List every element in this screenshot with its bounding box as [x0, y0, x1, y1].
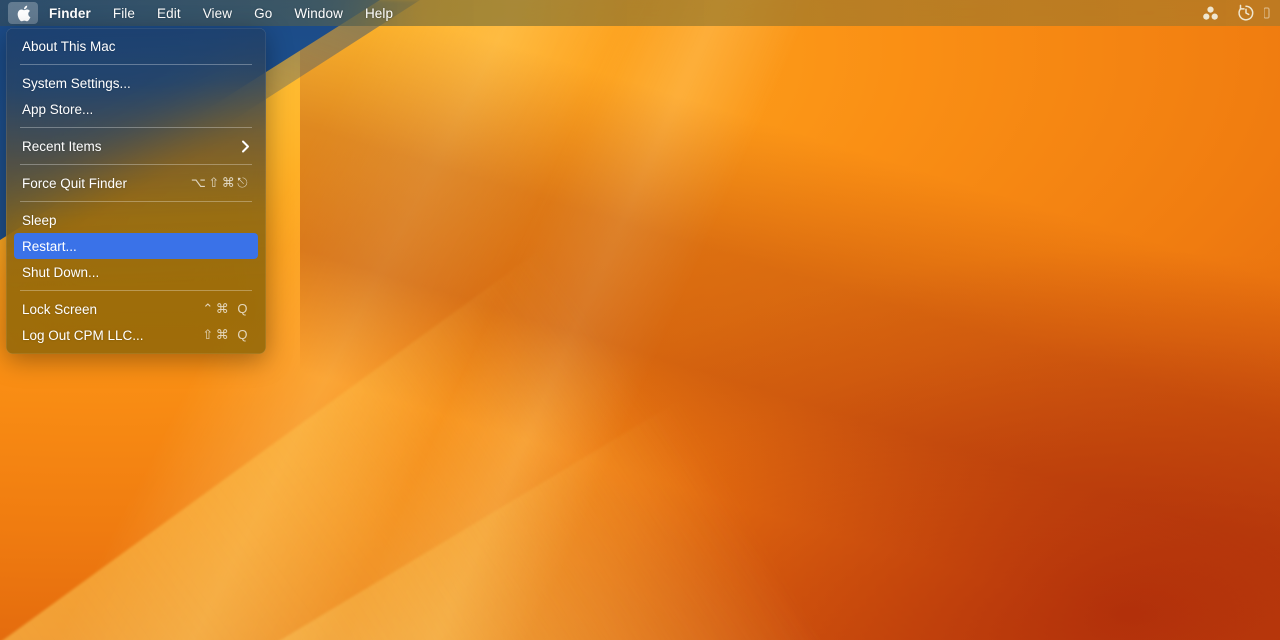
menu-bar-item-window[interactable]: Window: [283, 3, 354, 23]
menu-item-shut-down[interactable]: Shut Down...: [14, 259, 258, 285]
menu-item-shortcut: ⇧⌘ Q: [202, 327, 250, 342]
status-item-shortcuts[interactable]: [1193, 2, 1228, 24]
menu-item-label: App Store...: [22, 101, 94, 117]
menu-separator: [20, 64, 252, 65]
menu-separator: [20, 164, 252, 165]
menu-bar-item-label: Window: [294, 5, 343, 21]
menu-item-label: About This Mac: [22, 38, 116, 54]
menu-item-label: Shut Down...: [22, 264, 100, 280]
shortcuts-icon: [1202, 5, 1219, 22]
menu-bar-item-label: Go: [254, 5, 273, 21]
menu-bar-left: Finder File Edit View Go Window Help: [0, 0, 404, 26]
menu-bar-item-label: Edit: [157, 5, 181, 21]
apple-logo-icon: [16, 5, 31, 22]
menu-item-restart[interactable]: Restart...: [14, 233, 258, 259]
menu-item-about-this-mac[interactable]: About This Mac: [14, 33, 258, 59]
menu-item-label: Lock Screen: [22, 301, 98, 317]
menu-item-label: Sleep: [22, 212, 57, 228]
menu-item-label: Force Quit Finder: [22, 175, 128, 191]
menu-bar-item-label: File: [112, 5, 136, 21]
menu-item-label: Restart...: [22, 238, 77, 254]
menu-bar-item-go[interactable]: Go: [243, 3, 283, 23]
menu-bar-item-finder[interactable]: Finder: [38, 3, 102, 23]
menu-item-recent-items[interactable]: Recent Items: [14, 133, 258, 159]
menu-bar-item-help[interactable]: Help: [354, 3, 404, 23]
menu-bar-item-label: View: [202, 5, 233, 21]
menu-bar-item-label: Finder: [49, 5, 91, 21]
menu-bar: Finder File Edit View Go Window Help: [0, 0, 1280, 26]
menu-item-label: Log Out CPM LLC...: [22, 327, 144, 343]
menu-item-sleep[interactable]: Sleep: [14, 207, 258, 233]
apple-dropdown-menu: About This Mac System Settings... App St…: [6, 28, 266, 354]
menu-item-shortcut: ⌥⇧⌘⎋: [190, 175, 250, 190]
menu-item-app-store[interactable]: App Store...: [14, 96, 258, 122]
status-item-time-machine[interactable]: [1228, 2, 1264, 24]
menu-item-shortcut: ⌃⌘ Q: [202, 301, 250, 316]
menu-item-label: Recent Items: [22, 138, 102, 154]
menu-bar-item-label: Help: [364, 5, 394, 21]
menu-item-log-out[interactable]: Log Out CPM LLC... ⇧⌘ Q: [14, 322, 258, 348]
menu-bar-status-area: [1193, 0, 1280, 26]
status-item-partial-edge[interactable]: [1264, 2, 1276, 24]
menu-separator: [20, 290, 252, 291]
menu-item-system-settings[interactable]: System Settings...: [14, 70, 258, 96]
menu-separator: [20, 201, 252, 202]
time-machine-icon: [1237, 4, 1255, 22]
desktop-screen: Finder File Edit View Go Window Help Abo…: [0, 0, 1280, 640]
menu-separator: [20, 127, 252, 128]
menu-bar-item-view[interactable]: View: [192, 3, 243, 23]
menu-item-lock-screen[interactable]: Lock Screen ⌃⌘ Q: [14, 296, 258, 322]
menu-item-force-quit-finder[interactable]: Force Quit Finder ⌥⇧⌘⎋: [14, 170, 258, 196]
menu-bar-item-edit[interactable]: Edit: [146, 3, 192, 23]
menu-item-label: System Settings...: [22, 75, 131, 91]
chevron-right-icon: [231, 140, 250, 153]
apple-menu-button[interactable]: [8, 2, 38, 24]
menu-bar-item-file[interactable]: File: [102, 3, 146, 23]
